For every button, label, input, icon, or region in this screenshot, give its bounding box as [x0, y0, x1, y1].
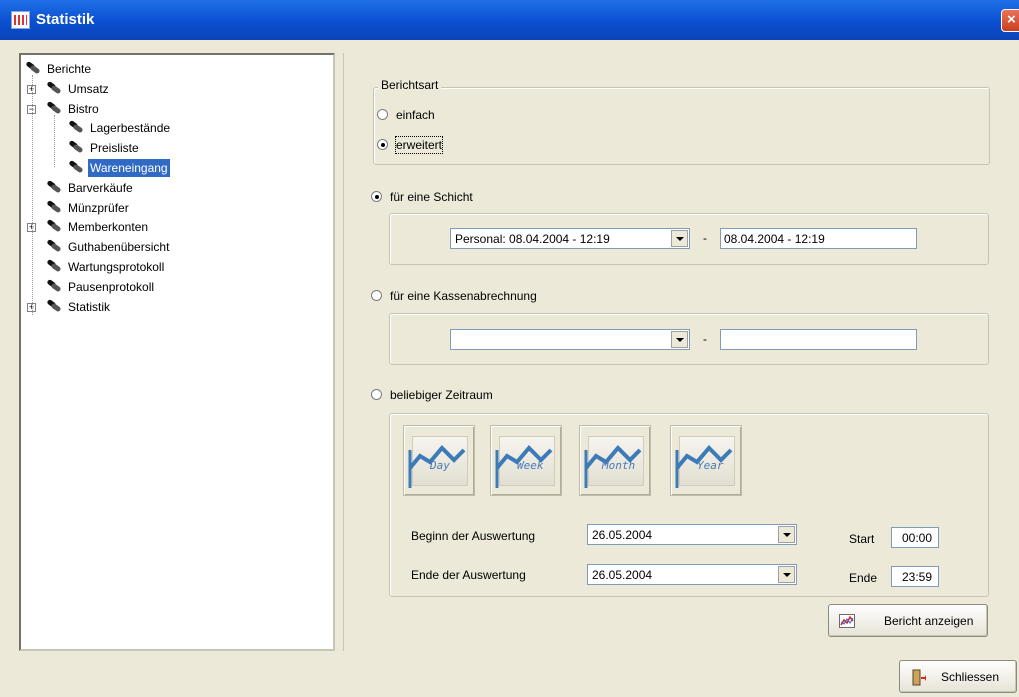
- tree-item[interactable]: − Bistro: [21, 100, 321, 118]
- tree-item[interactable]: Barverkäufe: [21, 179, 321, 197]
- radio-einfach-label: einfach: [396, 108, 435, 122]
- radio-erweitert-circle[interactable]: [377, 139, 388, 150]
- paperclip-icon: [46, 201, 62, 214]
- tree-item[interactable]: Wareneingang: [21, 159, 321, 177]
- paperclip-icon: [46, 102, 62, 115]
- period-week-label: Week: [517, 459, 544, 472]
- begin-date-combo[interactable]: 26.05.2004: [587, 524, 797, 545]
- show-report-button[interactable]: Bericht anzeigen: [828, 604, 988, 637]
- radio-erweitert-label: erweitert: [394, 136, 444, 154]
- radio-schicht-label: für eine Schicht: [390, 190, 473, 204]
- chart-icon: [839, 614, 855, 628]
- ende-label: Ende: [849, 571, 878, 585]
- start-time-value: 00:00: [902, 531, 933, 545]
- period-day-label: Day: [430, 459, 450, 472]
- start-label: Start: [849, 532, 875, 546]
- paperclip-icon: [46, 300, 62, 313]
- tree-item[interactable]: Wartungsprotokoll: [21, 258, 321, 276]
- paperclip-icon: [46, 260, 62, 273]
- end-label: Ende der Auswertung: [411, 568, 526, 582]
- period-month-label: Month: [602, 459, 636, 472]
- paperclip-icon: [46, 82, 62, 95]
- end-date-value: 26.05.2004: [592, 568, 653, 582]
- schicht-combo-dropdown-icon[interactable]: [671, 230, 688, 247]
- schicht-end-value: 08.04.2004 - 12:19: [724, 232, 825, 246]
- paperclip-icon: [68, 161, 84, 174]
- tree-item-label: Guthabenübersicht: [68, 240, 170, 255]
- period-year-label: Year: [697, 459, 724, 472]
- report-options-panel: Berichtsart einfach erweitert für eine S…: [343, 53, 1019, 651]
- report-tree[interactable]: Berichte + Umsatz − Bistro Lagerbestände Preis…: [19, 53, 335, 651]
- period-week-button[interactable]: Week: [490, 425, 562, 496]
- tree-item-label: Preisliste: [90, 141, 139, 156]
- radio-zeitraum-label: beliebiger Zeitraum: [390, 388, 493, 402]
- tree-item-label: Berichte: [47, 62, 92, 76]
- tree-item[interactable]: Preisliste: [21, 139, 321, 157]
- tree-item-label: Statistik: [68, 299, 111, 314]
- end-date-dropdown-icon[interactable]: [778, 566, 795, 583]
- paperclip-icon: [68, 121, 84, 134]
- paperclip-icon: [46, 220, 62, 233]
- schicht-separator: -: [703, 231, 707, 245]
- tree-item[interactable]: Berichte: [21, 60, 321, 78]
- kasse-end-field[interactable]: [720, 329, 917, 350]
- start-time-field[interactable]: 00:00: [891, 527, 939, 548]
- paperclip-icon: [46, 280, 62, 293]
- close-button-label: Schliessen: [941, 670, 1000, 684]
- tree-item[interactable]: Pausenprotokoll: [21, 278, 321, 296]
- tree-connector: [32, 75, 33, 315]
- tree-item-label: Barverkäufe: [68, 180, 133, 195]
- begin-date-value: 26.05.2004: [592, 528, 653, 542]
- radio-kasse-label: für eine Kassenabrechnung: [390, 289, 537, 303]
- radio-zeitraum-circle[interactable]: [371, 389, 382, 400]
- tree-item-label: Pausenprotokoll: [68, 279, 155, 294]
- title-bar: Statistik ×: [0, 0, 1019, 40]
- kasse-combo[interactable]: [450, 329, 690, 350]
- tree-item[interactable]: Guthabenübersicht: [21, 238, 321, 256]
- show-report-label: Bericht anzeigen: [884, 614, 974, 628]
- ende-time-field[interactable]: 23:59: [891, 566, 939, 587]
- tree-item[interactable]: + Statistik: [21, 298, 321, 316]
- paperclip-icon: [25, 62, 41, 75]
- window-title: Statistik: [36, 11, 95, 28]
- period-year-button[interactable]: Year: [670, 425, 742, 496]
- radio-kasse-circle[interactable]: [371, 290, 382, 301]
- tree-item[interactable]: + Umsatz: [21, 80, 321, 98]
- radio-schicht-circle[interactable]: [371, 191, 382, 202]
- tree-item-label: Lagerbestände: [90, 121, 171, 136]
- period-day-button[interactable]: Day: [403, 425, 475, 496]
- tree-item[interactable]: Münzprüfer: [21, 199, 321, 217]
- tree-item-label: Memberkonten: [68, 220, 149, 235]
- close-window-button[interactable]: ×: [1001, 9, 1019, 32]
- ende-time-value: 23:59: [902, 570, 933, 584]
- paperclip-icon: [46, 240, 62, 253]
- kasse-separator: -: [703, 332, 707, 346]
- begin-label: Beginn der Auswertung: [411, 529, 536, 543]
- schicht-end-field[interactable]: 08.04.2004 - 12:19: [720, 228, 917, 249]
- door-exit-icon: [912, 669, 926, 686]
- paperclip-icon: [46, 181, 62, 194]
- tree-item-label: Umsatz: [68, 81, 109, 96]
- kasse-combo-dropdown-icon[interactable]: [671, 331, 688, 348]
- period-month-button[interactable]: Month: [579, 425, 651, 496]
- app-icon: [11, 11, 30, 29]
- berichtsart-title: Berichtsart: [378, 78, 442, 92]
- schicht-combo-value: Personal: 08.04.2004 - 12:19: [455, 232, 610, 246]
- tree-item-label: Bistro: [68, 101, 99, 116]
- tree-item-label: Wartungsprotokoll: [68, 260, 165, 274]
- tree-item-label: Wareneingang: [88, 159, 170, 177]
- berichtsart-group: [373, 87, 990, 165]
- tree-connector: [54, 115, 55, 167]
- radio-einfach-circle[interactable]: [377, 109, 388, 120]
- tree-item-label: Münzprüfer: [68, 200, 129, 215]
- paperclip-icon: [68, 141, 84, 154]
- tree-item[interactable]: + Memberkonten: [21, 218, 321, 236]
- tree-item[interactable]: Lagerbestände: [21, 119, 321, 137]
- schicht-combo[interactable]: Personal: 08.04.2004 - 12:19: [450, 228, 690, 249]
- begin-date-dropdown-icon[interactable]: [778, 526, 795, 543]
- end-date-combo[interactable]: 26.05.2004: [587, 564, 797, 585]
- close-button[interactable]: Schliessen: [899, 660, 1017, 693]
